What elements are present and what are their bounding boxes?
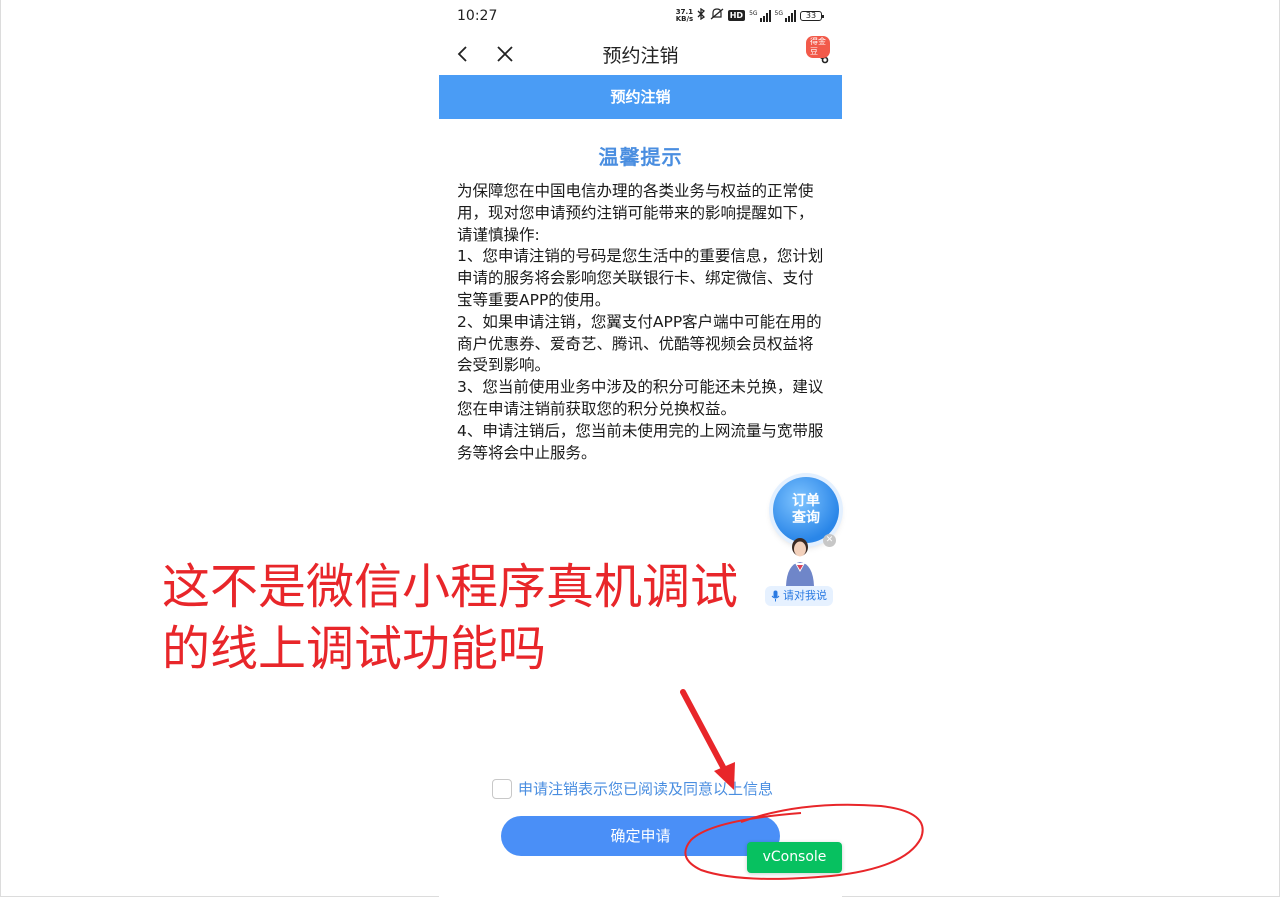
signal-icon: 5G xyxy=(749,9,771,22)
agreement-row[interactable]: 申请注销表示您已阅读及同意以上信息 xyxy=(492,778,773,799)
net-speed: 37.1 KB/s xyxy=(675,8,694,23)
signal-icon: 5G xyxy=(774,9,796,22)
battery-icon: 33 xyxy=(800,10,824,21)
net-speed-unit: KB/s xyxy=(675,14,694,23)
page-canvas: 10:27 37.1 KB/s HD 5G 5G 33 预约注销 得金豆 预约注… xyxy=(0,0,1280,897)
notice-title: 温馨提示 xyxy=(598,145,683,169)
notice-body: 为保障您在中国电信办理的各类业务与权益的正常使用，现对您申请预约注销可能带来的影… xyxy=(457,182,824,462)
status-bar: 10:27 37.1 KB/s HD 5G 5G 33 xyxy=(439,0,842,34)
signal-label: 5G xyxy=(749,9,758,17)
annotation-text: 这不是微信小程序真机调试 的线上调试功能吗 xyxy=(162,559,739,677)
agreement-checkbox[interactable] xyxy=(492,778,512,799)
mute-icon xyxy=(710,8,724,23)
nav-bar: 预约注销 得金豆 xyxy=(439,34,842,74)
section-header: 预约注销 xyxy=(439,75,842,119)
status-time: 10:27 xyxy=(457,8,498,24)
order-query-label: 订单 查询 xyxy=(792,493,820,526)
bluetooth-icon xyxy=(696,7,706,23)
assistant-avatar[interactable] xyxy=(775,534,825,586)
confirm-apply-button[interactable]: 确定申请 xyxy=(501,816,780,856)
signal-label: 5G xyxy=(774,9,783,17)
status-icons: 37.1 KB/s HD 5G 5G 33 xyxy=(675,7,824,23)
vconsole-button[interactable]: vConsole xyxy=(747,842,842,873)
voice-input-label: 请对我说 xyxy=(783,589,827,602)
share-button[interactable]: 得金豆 xyxy=(806,36,834,68)
gold-badge: 得金豆 xyxy=(806,36,830,58)
page-title: 预约注销 xyxy=(602,45,679,67)
agreement-text: 申请注销表示您已阅读及同意以上信息 xyxy=(518,780,774,798)
hd-icon: HD xyxy=(727,10,746,21)
phone-screen: 10:27 37.1 KB/s HD 5G 5G 33 预约注销 得金豆 预约注… xyxy=(439,0,842,897)
